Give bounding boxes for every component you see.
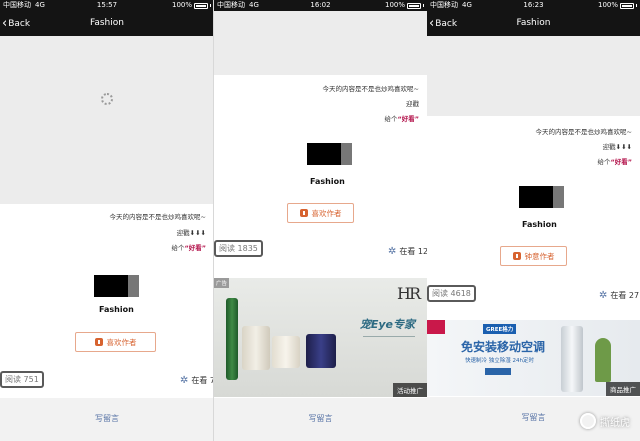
read-count: 阅读 751 — [0, 371, 44, 388]
ad-subtext: 快速制冷 独立除湿 24h定时 — [465, 358, 534, 364]
caption-line-1: 今天的内容是不是也炒鸡喜欢呢~ — [322, 85, 419, 93]
product-bottle — [226, 298, 238, 380]
like-author-button[interactable]: 喜欢作者 — [75, 332, 156, 352]
status-bar: 中国移动 4G 16:02 100% — [214, 0, 427, 11]
status-right: 100% — [598, 0, 637, 11]
caption-line-1: 今天的内容是不是也炒鸡喜欢呢~ — [535, 128, 632, 136]
zaikan-button[interactable]: ✲ 在看 27 — [599, 290, 639, 301]
caption-line-3: 给个“好看” — [384, 115, 419, 123]
gree-logo: GREE格力 — [483, 324, 517, 334]
ad-cta-button[interactable] — [485, 368, 511, 375]
battery-percent: 100% — [384, 1, 405, 9]
product-jar-3 — [306, 334, 336, 368]
nav-bar: ‹ Back Fashion — [427, 11, 640, 36]
ad-corner-badge — [427, 320, 445, 334]
ad-subtext — [363, 336, 415, 356]
write-comment-button[interactable]: 写留言 — [214, 413, 427, 424]
ad-headline: 宠Eye专家 — [359, 318, 415, 331]
article-image — [214, 11, 427, 75]
like-author-button[interactable]: 钟意作者 — [500, 246, 567, 266]
spinner-icon — [101, 93, 113, 105]
ad-banner[interactable]: GREE格力 免安装移动空调 快速制冷 独立除湿 24h定时 商品推广 — [427, 320, 640, 396]
zaikan-button[interactable]: ✲ 在看 7 — [180, 375, 214, 386]
read-count: 阅读 4618 — [427, 285, 476, 302]
write-comment-button[interactable]: 写留言 — [0, 413, 214, 424]
caption-line-1: 今天的内容是不是也炒鸡喜欢呢~ — [109, 213, 206, 221]
article-image — [427, 36, 640, 116]
caption-line-3: 给个“好看” — [597, 158, 632, 166]
watermark-icon — [580, 413, 596, 429]
heart-icon — [94, 338, 103, 346]
heart-icon — [512, 252, 521, 260]
hr-logo: HR — [397, 284, 421, 303]
ad-tag: 活动推广 — [393, 383, 427, 397]
nav-bar: ‹ Back Fashion — [0, 11, 214, 36]
ad-banner[interactable]: 广告 HR 宠Eye专家 活动推广 — [214, 278, 427, 397]
status-right: 100% — [172, 0, 211, 11]
heart-icon — [299, 209, 308, 217]
comment-bar: 写留言 — [0, 398, 214, 441]
caption-line-3: 给个“好看” — [171, 244, 206, 252]
brand-name: Fashion — [522, 220, 557, 229]
screenshot-panel-3: 中国移动 4G 16:23 100% ‹ Back Fashion 今天的内容是不是… — [427, 0, 640, 441]
gear-icon: ✲ — [180, 375, 189, 386]
watermark: 撕纸虎 — [580, 413, 630, 429]
product-jar-1 — [242, 326, 270, 370]
page-title: Fashion — [516, 18, 551, 28]
battery-percent: 100% — [597, 1, 618, 9]
brand-logo — [519, 186, 564, 208]
comment-bar: 写留言 — [214, 398, 427, 441]
battery-icon — [407, 2, 421, 9]
screenshot-panel-1: 中国移动 4G 15:57 100% ‹ Back Fashion 今天的内容是不是… — [0, 0, 214, 441]
brand-name: Fashion — [99, 305, 134, 314]
page-title: Fashion — [90, 18, 124, 28]
brand-name: Fashion — [310, 177, 345, 186]
ad-badge: 广告 — [214, 278, 230, 288]
ad-headline: 免安装移动空调 — [461, 340, 546, 354]
battery-icon — [194, 2, 208, 9]
plant-image — [595, 338, 611, 382]
gear-icon: ✲ — [599, 290, 608, 301]
brand-logo — [94, 275, 139, 297]
read-count: 阅读 1835 — [214, 240, 263, 257]
caption-line-2: 迎戳 — [406, 100, 419, 108]
zaikan-button[interactable]: ✲ 在看 12 — [388, 246, 427, 257]
screenshot-panel-2: 中国移动 4G 16:02 100% 今天的内容是不是也炒鸡喜欢呢~ 迎戳 给个“… — [214, 0, 427, 441]
caption-line-2: 迎戳⬇⬇⬇ — [176, 229, 206, 237]
status-right: 100% — [385, 0, 424, 11]
like-author-button[interactable]: 喜欢作者 — [287, 203, 354, 223]
loading-image — [0, 36, 214, 204]
gear-icon: ✲ — [388, 246, 397, 257]
battery-icon — [620, 2, 634, 9]
status-bar: 中国移动 4G 16:23 100% — [427, 0, 640, 11]
battery-percent: 100% — [171, 1, 192, 9]
brand-logo — [307, 143, 352, 165]
ad-tag: 商品推广 — [606, 382, 640, 396]
status-bar: 中国移动 4G 15:57 100% — [0, 0, 214, 11]
product-jar-2 — [272, 336, 300, 368]
air-conditioner-image — [561, 326, 583, 392]
caption-line-2: 迎戳⬇⬇⬇ — [602, 143, 632, 151]
